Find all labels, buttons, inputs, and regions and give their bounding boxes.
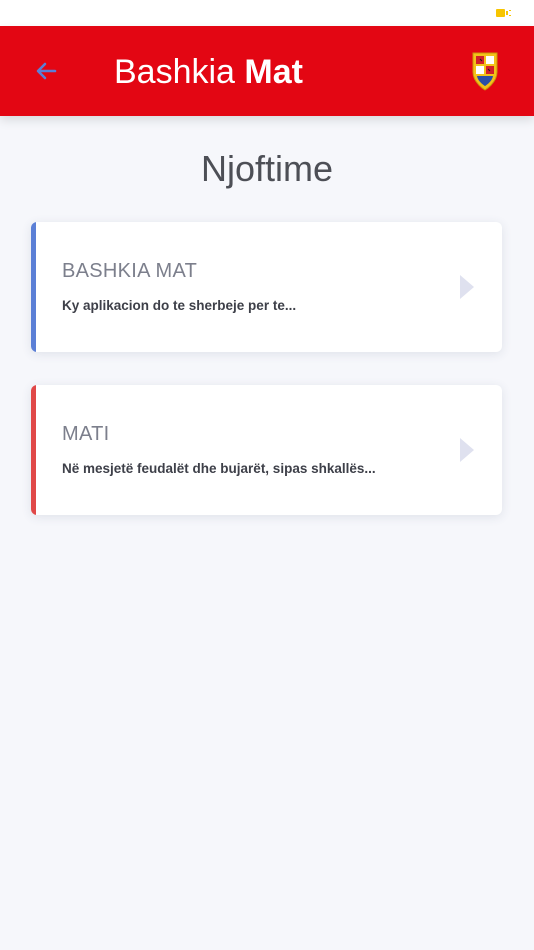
chevron-right-icon (460, 438, 474, 462)
app-title-bold: Mat (244, 53, 303, 91)
app-title-regular: Bashkia (114, 53, 245, 91)
news-card-bashkia-mat[interactable]: BASHKIA MAT Ky aplikacion do te sherbeje… (31, 222, 502, 352)
card-title: MATI (62, 423, 110, 445)
app-title: Bashkia Mat (114, 50, 303, 94)
app-header: Bashkia Mat (0, 26, 534, 116)
card-title: BASHKIA MAT (62, 260, 198, 282)
page-title: Njoftime (200, 148, 334, 189)
arrow-left-icon (36, 62, 57, 80)
chevron-right-icon (460, 275, 474, 299)
back-button[interactable] (28, 54, 64, 88)
card-excerpt: Në mesjetë feudalët dhe bujarët, sipas s… (62, 461, 376, 476)
crest-icon (472, 52, 498, 91)
card-accent-bar (31, 222, 36, 352)
card-accent-bar (31, 385, 36, 515)
battery-icon (496, 9, 511, 17)
status-bar (0, 0, 534, 26)
news-card-mati[interactable]: MATI Në mesjetë feudalët dhe bujarët, si… (31, 385, 502, 515)
card-excerpt: Ky aplikacion do te sherbeje per te... (62, 298, 297, 313)
